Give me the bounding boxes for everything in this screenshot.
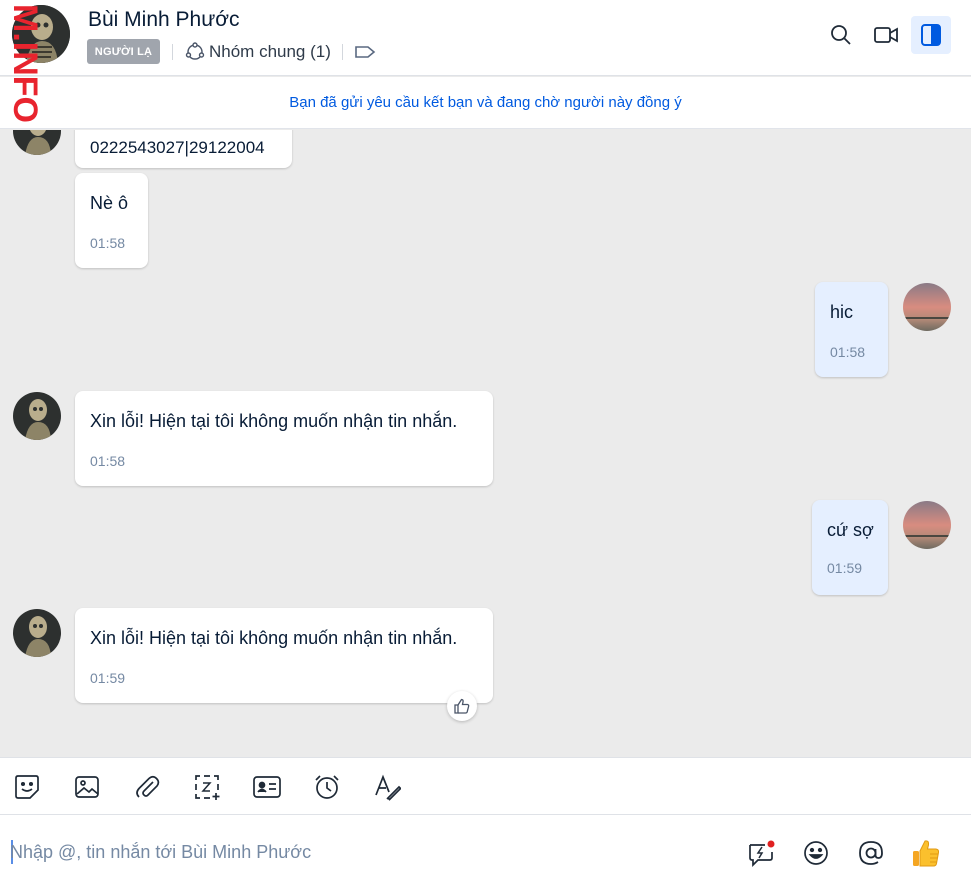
divider [172,44,173,60]
contact-avatar[interactable] [13,609,61,657]
contact-card-icon[interactable] [250,770,284,804]
thumbs-up-icon [454,698,470,714]
svg-text:M.INFO: M.INFO [10,4,44,123]
attachment-icon[interactable] [130,770,164,804]
contact-name[interactable]: Bùi Minh Phước [88,8,240,32]
message-time: 01:58 [830,344,866,360]
message-time: 01:59 [827,560,863,576]
divider [342,44,343,60]
message-list[interactable]: 0222543027|29122004 Nè ô 01:58 hic 01:58… [0,130,971,757]
reminder-clock-icon[interactable] [310,770,344,804]
mention-icon[interactable] [853,835,889,871]
chat-header: M.INFO Bùi Minh Phước NGƯỜI LẠ Nhóm chun… [0,0,971,123]
message-text: Xin lỗi! Hiện tại tôi không muốn nhận ti… [90,628,458,648]
stranger-badge: NGƯỜI LẠ [87,39,160,64]
message-bubble-mine[interactable]: hic 01:58 [815,282,888,377]
message-text: Nè ô [90,193,129,213]
message-text: Xin lỗi! Hiện tại tôi không muốn nhận ti… [90,411,458,431]
message-bubble[interactable]: 0222543027|29122004 [75,130,292,168]
my-avatar[interactable] [903,283,951,331]
message-time: 01:58 [90,235,126,251]
search-icon[interactable] [821,16,861,54]
sidebar-toggle-icon[interactable] [911,16,951,54]
message-bubble-mine[interactable]: cứ sợ 01:59 [812,500,888,595]
text-format-icon[interactable] [370,770,404,804]
tag-icon[interactable] [354,42,376,67]
screenshot-icon[interactable] [190,770,224,804]
message-time: 01:58 [90,453,126,469]
common-group-link[interactable]: Nhóm chung (1) [185,40,331,64]
composer-toolbar [0,757,971,815]
message-bubble[interactable]: Xin lỗi! Hiện tại tôi không muốn nhận ti… [75,608,493,703]
common-group-label: Nhóm chung (1) [209,42,331,61]
group-icon [185,42,205,60]
image-icon[interactable] [70,770,104,804]
my-avatar[interactable] [903,501,951,549]
quick-message-icon[interactable] [743,835,779,871]
contact-avatar[interactable] [13,392,61,440]
reaction-like-button[interactable] [447,691,477,721]
message-text: 0222543027|29122004 [90,138,265,157]
message-time: 01:59 [90,670,126,686]
message-bubble[interactable]: Nè ô 01:58 [75,173,148,268]
message-bubble[interactable]: Xin lỗi! Hiện tại tôi không muốn nhận ti… [75,391,493,486]
video-call-icon[interactable] [866,16,906,54]
message-text: hic [830,302,854,322]
message-composer [0,815,971,887]
emoji-icon[interactable] [798,835,834,871]
message-text: cứ sợ [827,520,874,540]
thumbs-up-send-icon[interactable] [908,835,944,871]
friend-request-banner: Bạn đã gửi yêu cầu kết bạn và đang chờ n… [0,77,971,129]
sticker-icon[interactable] [10,770,44,804]
message-input[interactable] [10,837,710,867]
friend-request-text: Bạn đã gửi yêu cầu kết bạn và đang chờ n… [289,94,682,111]
watermark-logo: M.INFO [10,4,44,123]
